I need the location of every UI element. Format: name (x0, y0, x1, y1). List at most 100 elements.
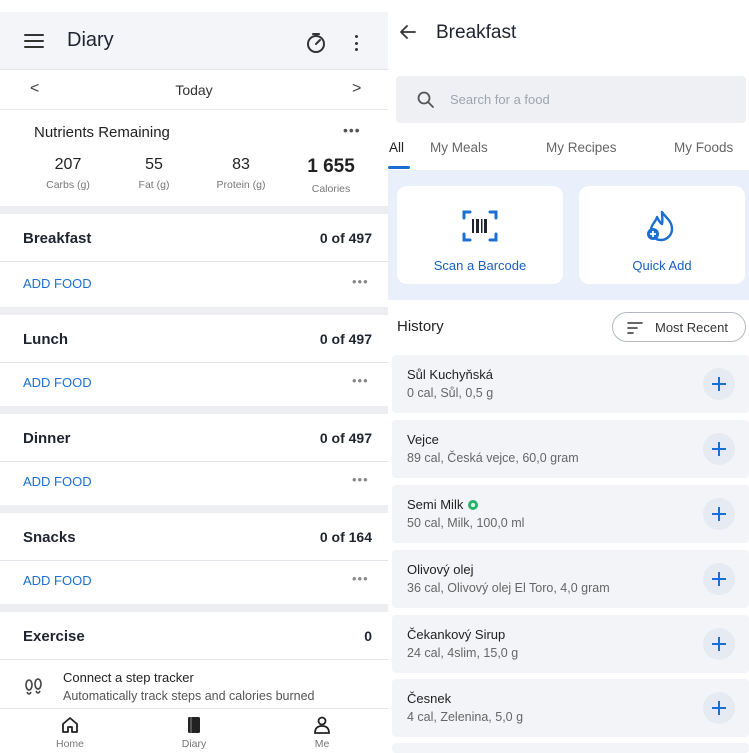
diary-top-bar: Diary (0, 12, 388, 70)
history-item[interactable]: Česnek 4 cal, Zelenina, 5,0 g (392, 679, 749, 737)
tracker-subtitle: Automatically track steps and calories b… (63, 689, 315, 703)
food-description: 36 cal, Olivový olej El Toro, 4,0 gram (407, 581, 610, 595)
scan-barcode-button[interactable]: Scan a Barcode (397, 186, 563, 284)
carbs-value: 207 (54, 156, 82, 173)
meal-name: Breakfast (23, 230, 92, 247)
meal-more-button[interactable]: ••• (352, 472, 369, 487)
meal-more-button[interactable]: ••• (352, 571, 369, 586)
person-icon (314, 716, 330, 734)
meal-title: Breakfast (436, 22, 517, 43)
add-food-button[interactable]: ADD FOOD (23, 573, 92, 588)
exercise-header[interactable]: Exercise 0 (0, 612, 388, 660)
menu-icon[interactable] (24, 34, 44, 50)
food-description: 24 cal, 4slim, 15,0 g (407, 646, 519, 660)
food-description: 0 cal, Sůl, 0,5 g (407, 386, 494, 400)
carbs-remaining: 207 Carbs (g) (28, 156, 108, 191)
protein-label: Protein (g) (216, 179, 266, 191)
fat-remaining: 55 Fat (g) (114, 156, 194, 191)
meal-header-snacks[interactable]: Snacks 0 of 164 (0, 513, 388, 561)
add-food-row-lunch: ADD FOOD ••• (0, 361, 388, 406)
meal-header-breakfast[interactable]: Breakfast 0 of 497 (0, 214, 388, 262)
food-name: Semi Milk (407, 497, 464, 512)
food-name: Čekankový Sirup (407, 627, 506, 642)
meal-header-lunch[interactable]: Lunch 0 of 497 (0, 315, 388, 363)
food-name: Sůl Kuchyňská (407, 367, 493, 382)
add-item-button[interactable] (703, 368, 735, 400)
diary-icon (188, 717, 200, 733)
add-food-button[interactable]: ADD FOOD (23, 276, 92, 291)
calories-value: 1 655 (307, 156, 355, 177)
history-item[interactable]: Semi Milk 50 cal, Milk, 100,0 ml (392, 485, 749, 543)
fat-label: Fat (g) (138, 179, 170, 191)
add-item-button[interactable] (703, 498, 735, 530)
nav-me[interactable]: Me (282, 715, 362, 750)
history-item[interactable] (392, 743, 749, 753)
footsteps-icon (25, 678, 42, 695)
food-name: Vejce (407, 432, 439, 447)
nav-diary[interactable]: Diary (154, 715, 234, 750)
nutrients-title: Nutrients Remaining (34, 124, 170, 141)
timer-icon[interactable] (305, 32, 327, 54)
history-item[interactable]: Čekankový Sirup 24 cal, 4slim, 15,0 g (392, 615, 749, 673)
add-food-button[interactable]: ADD FOOD (23, 375, 92, 390)
meal-header-dinner[interactable]: Dinner 0 of 497 (0, 414, 388, 462)
active-tab-indicator (388, 166, 410, 169)
history-title: History (397, 318, 444, 335)
tab-my-recipes[interactable]: My Recipes (546, 140, 617, 155)
add-food-header: Breakfast (388, 0, 749, 70)
verified-icon (468, 499, 479, 510)
back-arrow-icon[interactable] (398, 22, 418, 42)
history-item[interactable]: Sůl Kuchyňská 0 cal, Sůl, 0,5 g (392, 355, 749, 413)
add-item-button[interactable] (703, 692, 735, 724)
history-item[interactable]: Vejce 89 cal, Česká vejce, 60,0 gram (392, 420, 749, 478)
add-food-row-breakfast: ADD FOOD ••• (0, 262, 388, 307)
nutrients-remaining-card[interactable]: Nutrients Remaining ••• 207 Carbs (g) 55… (0, 110, 388, 206)
home-icon (62, 717, 78, 733)
food-description: 4 cal, Zelenina, 5,0 g (407, 710, 524, 724)
food-name: Česnek (407, 691, 452, 706)
meal-more-button[interactable]: ••• (352, 274, 369, 289)
add-food-pane: Breakfast Search for a food All My Meals… (388, 0, 749, 753)
tab-my-meals[interactable]: My Meals (430, 140, 488, 155)
food-name: Olivový olej (407, 562, 474, 577)
add-item-button[interactable] (703, 433, 735, 465)
exercise-name: Exercise (23, 628, 85, 645)
food-source-tabs: All My Meals My Recipes My Foods (388, 128, 749, 170)
quick-add-button[interactable]: Quick Add (579, 186, 745, 284)
add-item-button[interactable] (703, 628, 735, 660)
quick-add-label: Quick Add (632, 258, 692, 273)
calories-remaining: 1 655 Calories (291, 156, 371, 195)
flame-plus-icon (647, 210, 674, 242)
nav-home[interactable]: Home (30, 715, 110, 750)
add-item-button[interactable] (703, 563, 735, 595)
section-divider (0, 307, 388, 315)
tab-all[interactable]: All (389, 140, 404, 155)
sort-dropdown[interactable]: Most Recent (612, 312, 746, 342)
history-item[interactable]: Olivový olej 36 cal, Olivový olej El Tor… (392, 550, 749, 608)
food-description: 89 cal, Česká vejce, 60,0 gram (407, 451, 579, 465)
add-food-button[interactable]: ADD FOOD (23, 474, 92, 489)
meal-calories: 0 of 497 (319, 331, 372, 347)
current-date[interactable]: Today (0, 82, 388, 98)
quick-tools: Scan a Barcode Quick Add (388, 170, 749, 300)
nutrients-more-button[interactable]: ••• (343, 122, 361, 138)
connect-step-tracker[interactable]: Connect a step tracker Automatically tra… (0, 660, 388, 708)
meal-calories: 0 of 164 (319, 529, 372, 545)
sort-icon (627, 322, 643, 334)
overflow-menu-icon[interactable] (350, 32, 362, 54)
food-search-input[interactable]: Search for a food (396, 76, 746, 123)
sort-label: Most Recent (655, 320, 728, 335)
fat-value: 55 (145, 156, 163, 173)
meal-more-button[interactable]: ••• (352, 373, 369, 388)
carbs-label: Carbs (g) (46, 179, 90, 191)
tracker-title: Connect a step tracker (63, 670, 194, 685)
nav-label: Me (314, 738, 330, 750)
barcode-scan-icon (462, 210, 498, 242)
calories-label: Calories (311, 183, 351, 195)
next-day-button[interactable]: > (352, 80, 361, 98)
exercise-calories: 0 (364, 628, 372, 644)
tab-my-foods[interactable]: My Foods (674, 140, 733, 155)
search-icon (417, 91, 434, 108)
protein-remaining: 83 Protein (g) (201, 156, 281, 191)
bottom-navigation: Home Diary Me (0, 708, 388, 753)
